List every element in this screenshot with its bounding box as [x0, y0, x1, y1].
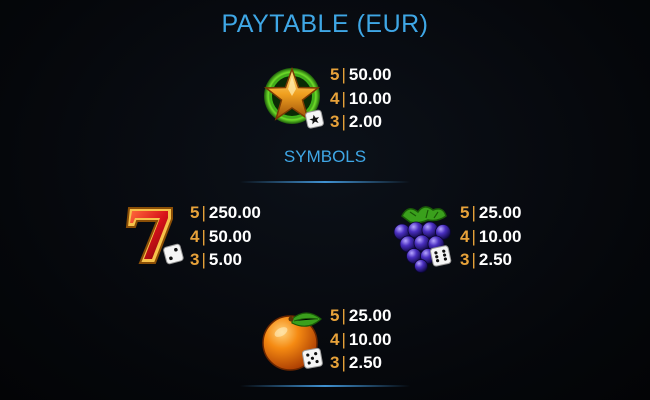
star-scatter-icon — [263, 66, 324, 129]
payout-value: 10.00 — [478, 226, 522, 246]
orange-paytable: 5 | 25.00 4 | 10.00 3 | 2.50 — [330, 304, 391, 375]
star-symbol — [258, 62, 330, 134]
payout-value: 2.50 — [348, 353, 382, 372]
match-count: 5 — [330, 65, 340, 84]
pay-row: 3 | 2.50 — [460, 250, 512, 269]
pay-row: 4 | 10.00 — [330, 88, 392, 108]
match-count: 4 — [460, 226, 470, 246]
paytable-title: PAYTABLE (EUR) — [221, 10, 429, 38]
pay-row: 5 | 25.00 — [330, 306, 392, 325]
grapes-icon — [393, 206, 452, 273]
pay-row: 3 | 2.00 — [330, 112, 382, 131]
orange-symbol — [258, 305, 330, 377]
match-count: 3 — [330, 353, 340, 372]
match-count: 5 — [190, 203, 200, 222]
pay-row: 4 | 50.00 — [190, 226, 252, 246]
payout-value: 25.00 — [348, 306, 392, 325]
payout-value: 2.00 — [348, 112, 382, 131]
match-count: 3 — [190, 250, 200, 269]
symbols-heading: SYMBOLS — [283, 147, 367, 166]
pay-row: 4 | 10.00 — [330, 329, 392, 349]
bottom-divider — [240, 385, 410, 387]
payout-value: 5.00 — [208, 250, 242, 269]
pay-row: 5 | 250.00 — [190, 203, 261, 222]
payout-value: 50.00 — [208, 226, 252, 246]
match-count: 5 — [460, 203, 470, 222]
grapes-symbol — [388, 202, 458, 274]
star-paytable: 5 | 50.00 4 | 10.00 3 | 2.00 — [330, 63, 391, 134]
match-count: 4 — [190, 226, 200, 246]
seven-paytable: 5 | 250.00 4 | 50.00 3 | 5.00 — [190, 201, 261, 272]
pay-row: 5 | 25.00 — [460, 203, 522, 222]
pay-row: 5 | 50.00 — [330, 65, 392, 84]
payout-value: 10.00 — [348, 329, 392, 349]
match-count: 4 — [330, 329, 340, 349]
seven-symbol — [120, 203, 190, 275]
grapes-paytable: 5 | 25.00 4 | 10.00 3 | 2.50 — [460, 201, 521, 272]
payout-value: 250.00 — [208, 203, 261, 222]
match-count: 3 — [330, 112, 340, 131]
payout-value: 50.00 — [348, 65, 392, 84]
payout-value: 2.50 — [478, 250, 512, 269]
paytable-screen: PAYTABLE (EUR) 5 | 50.00 4 | 10.00 3 | 2… — [0, 0, 650, 400]
payout-value: 25.00 — [478, 203, 522, 222]
pay-row: 3 | 2.50 — [330, 353, 382, 372]
pay-row: 3 | 5.00 — [190, 250, 242, 269]
orange-icon — [262, 312, 323, 371]
payout-value: 10.00 — [348, 88, 392, 108]
match-count: 4 — [330, 88, 340, 108]
pay-row: 4 | 10.00 — [460, 226, 522, 246]
seven-icon — [125, 207, 184, 265]
match-count: 5 — [330, 306, 340, 325]
match-count: 3 — [460, 250, 470, 269]
section-divider — [240, 181, 410, 183]
